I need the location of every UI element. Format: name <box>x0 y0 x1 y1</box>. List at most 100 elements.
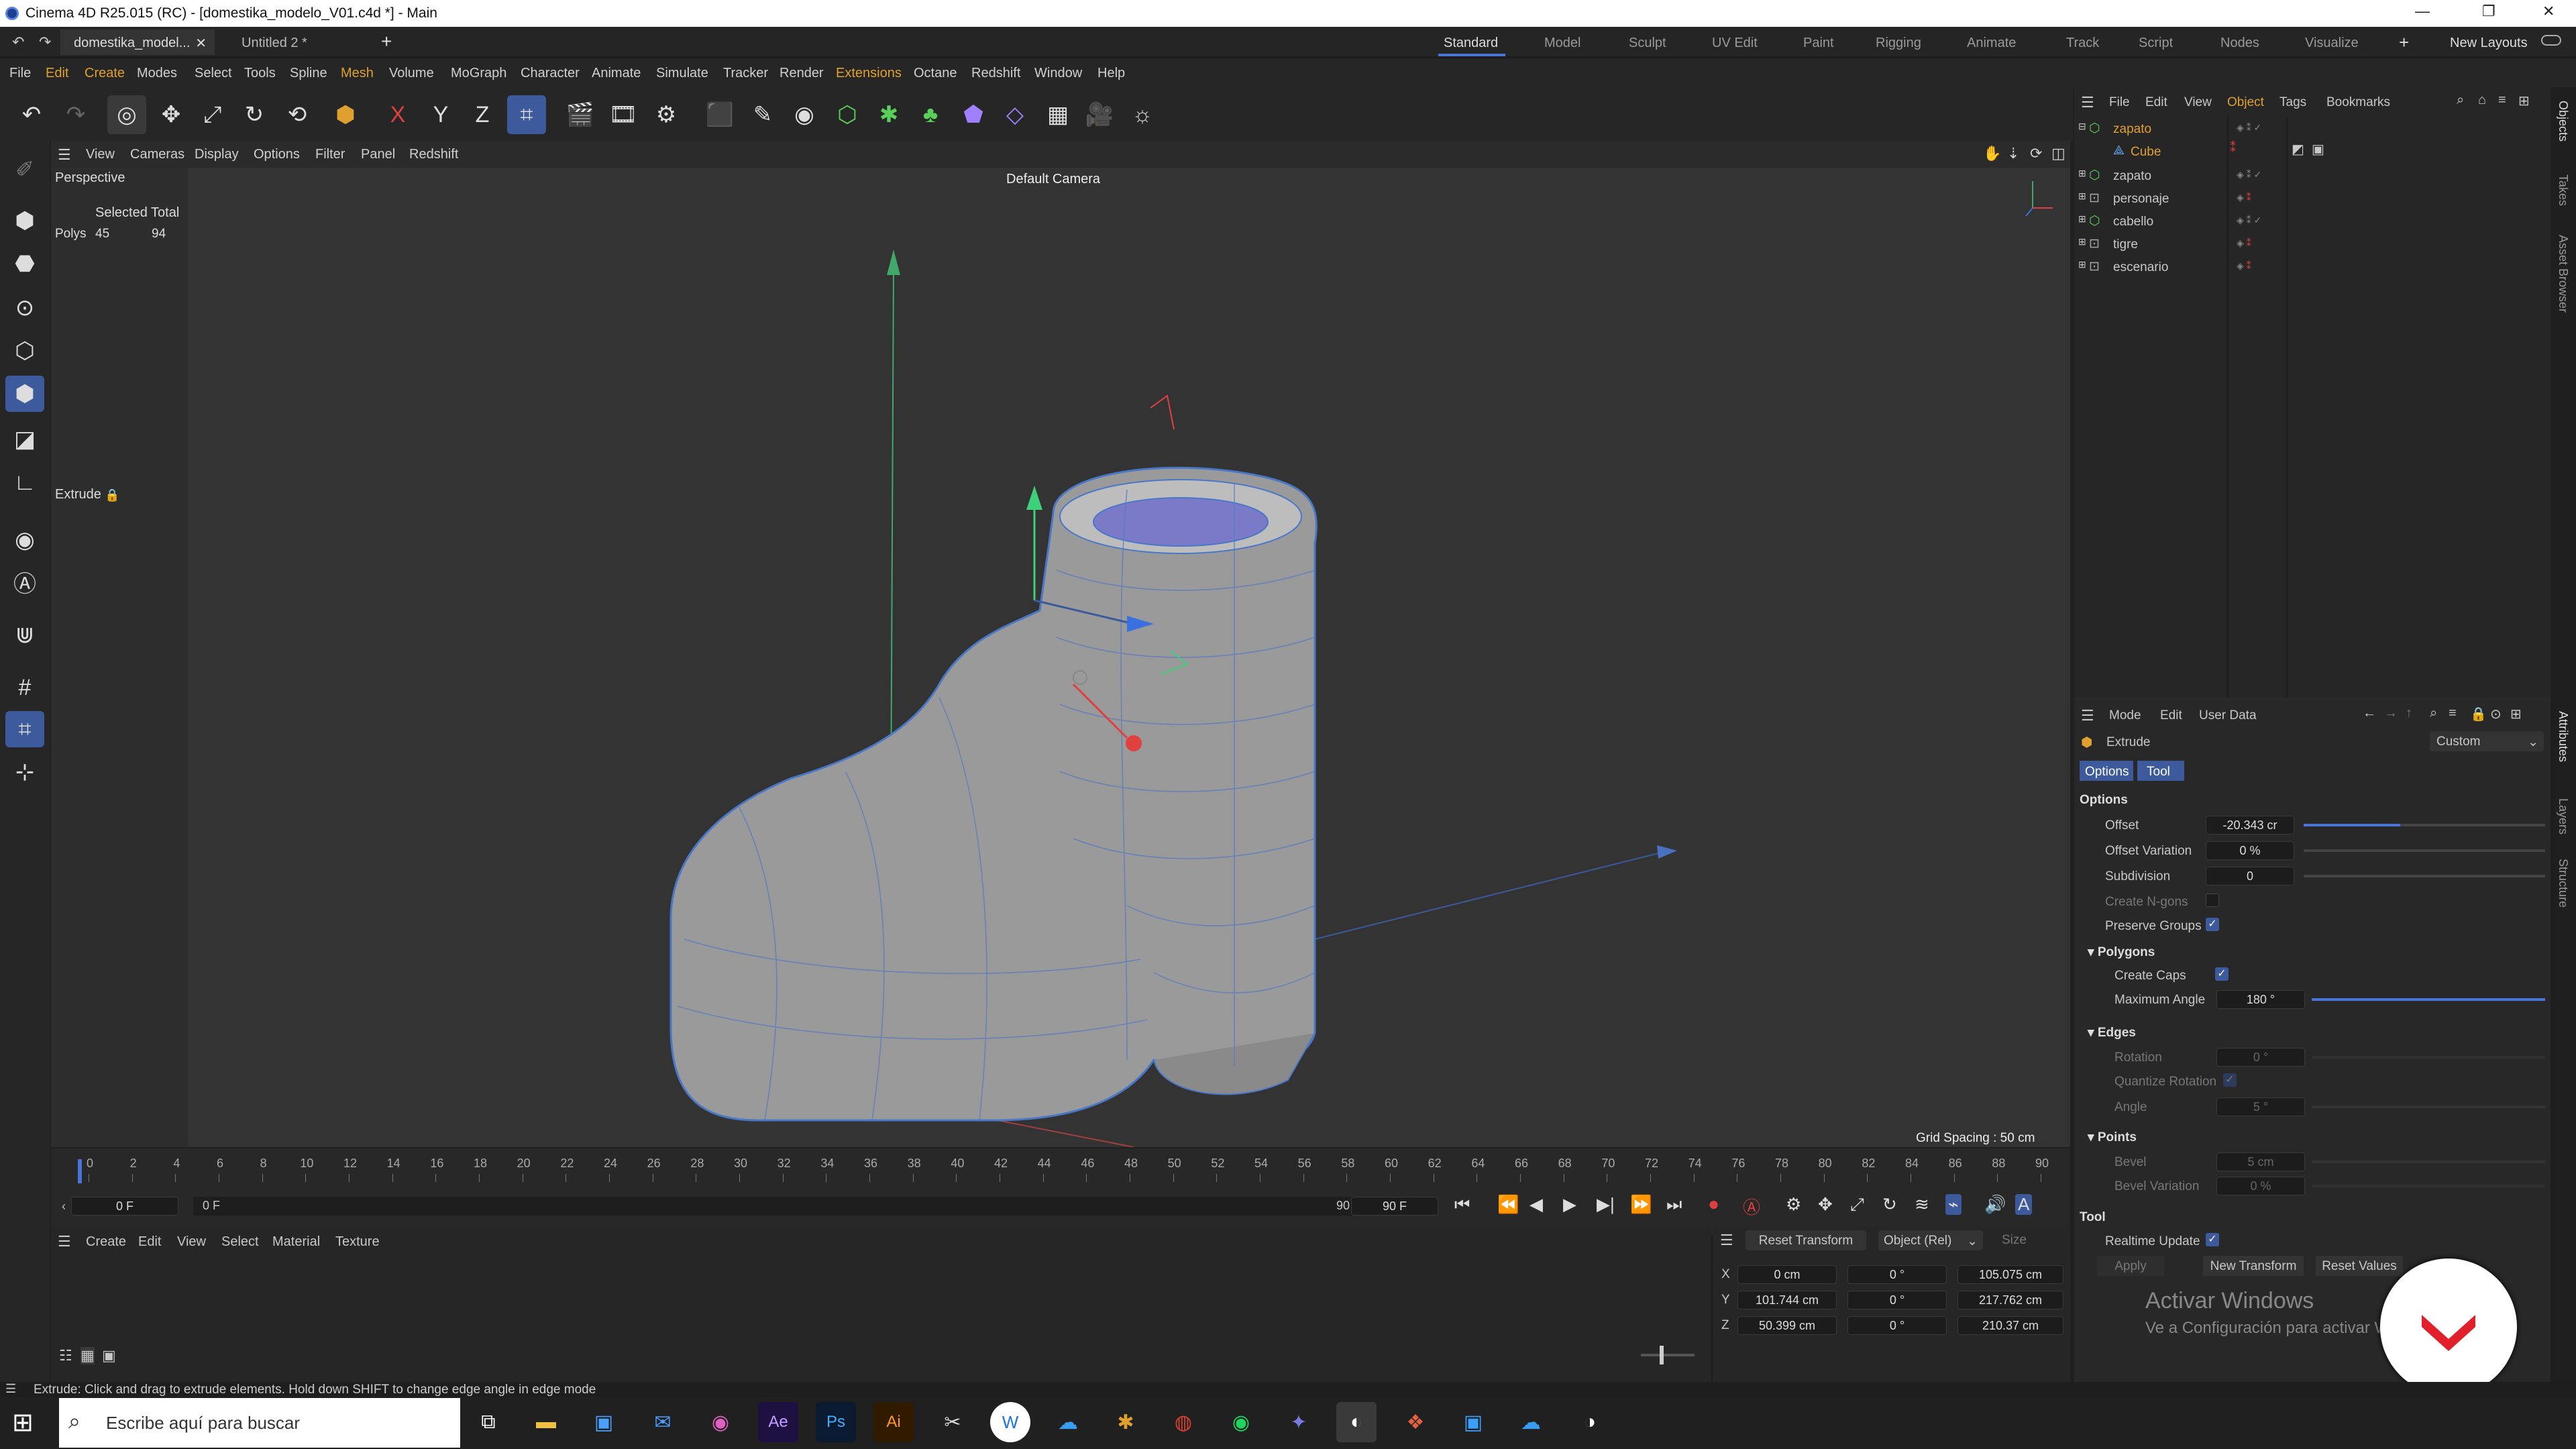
bevel-slider[interactable] <box>2312 1161 2545 1163</box>
object-row-zapato[interactable]: ⊟ ⬡ zapato <box>2074 118 2229 141</box>
recent-tools-icon[interactable]: ⟲ <box>278 95 317 134</box>
toggle-view-layout-icon[interactable]: ◫ <box>2051 145 2065 162</box>
side-tab-takes[interactable]: Takes <box>2556 174 2570 206</box>
next-frame-icon[interactable]: ▶| <box>1597 1194 1615 1215</box>
side-tab-objects[interactable]: Objects <box>2556 101 2570 142</box>
om-menu-bookmarks[interactable]: Bookmarks <box>2326 95 2390 110</box>
size-y-field[interactable]: 217.762 cm <box>1957 1291 2063 1309</box>
viewport-perspective[interactable]: ☰ View Cameras Display Options Filter Pa… <box>51 141 2070 1147</box>
position-x-field[interactable]: 0 cm <box>1737 1265 1837 1284</box>
pan-view-icon[interactable]: ✋ <box>1983 145 2001 162</box>
vp-menu-options[interactable]: Options <box>254 147 300 162</box>
position-z-field[interactable]: 50.399 cm <box>1737 1316 1837 1335</box>
menu-spline[interactable]: Spline <box>290 66 327 81</box>
figma-icon[interactable]: ❖ <box>1395 1402 1436 1442</box>
vp-menu-view[interactable]: View <box>86 147 115 162</box>
cube-primitive-icon[interactable]: ⬛ <box>700 95 739 134</box>
status-menu-icon[interactable]: ☰ <box>5 1382 16 1396</box>
floor-grid-icon[interactable]: ▦ <box>1038 95 1077 134</box>
expand-icon[interactable]: ⊞ <box>2078 168 2086 179</box>
snipping-tool-icon[interactable]: ✂ <box>932 1402 973 1442</box>
gizmo-x-handle-icon[interactable] <box>1126 735 1142 751</box>
menu-simulate[interactable]: Simulate <box>656 66 708 81</box>
layout-rigging[interactable]: Rigging <box>1876 36 1921 51</box>
menu-extensions[interactable]: Extensions <box>836 66 902 81</box>
forward-arrow-icon[interactable]: → <box>2384 706 2398 721</box>
zoom-slider-knob[interactable] <box>1660 1346 1664 1364</box>
create-caps-checkbox[interactable]: ✓ <box>2215 967 2229 981</box>
subdivision-surface-icon[interactable]: ◉ <box>785 95 824 134</box>
record-icon[interactable]: ⏺ <box>1709 1194 1718 1216</box>
layout-toggle-icon[interactable] <box>2541 35 2561 46</box>
layout-standard[interactable]: Standard <box>1444 36 1498 51</box>
expand-icon[interactable]: ⊞ <box>2078 213 2086 225</box>
side-tab-layers[interactable]: Layers <box>2556 798 2570 835</box>
camera-icon[interactable]: 🎥 <box>1080 95 1119 134</box>
move-icon[interactable]: ✥ <box>152 95 191 134</box>
prev-key-icon[interactable]: ⏪ <box>1497 1194 1519 1215</box>
file-explorer-icon[interactable]: ▬ <box>526 1402 566 1442</box>
cloner-icon[interactable]: ✱ <box>869 95 908 134</box>
layer-icon[interactable]: ◈ ⁑ <box>2237 192 2251 203</box>
object-row-zapato-2[interactable]: ⊞ ⬡ zapato <box>2074 165 2229 188</box>
sound-icon[interactable]: 🔊 <box>1984 1194 2006 1215</box>
bevel-variation-slider[interactable] <box>2312 1185 2545 1187</box>
rotation-h-field[interactable]: 0 ° <box>1847 1265 1947 1284</box>
side-tab-asset-browser[interactable]: Asset Browser <box>2556 235 2570 313</box>
timeline-mode-icon[interactable]: A <box>2015 1194 2033 1215</box>
mat-menu-edit[interactable]: Edit <box>138 1234 161 1250</box>
goto-end-icon[interactable]: ⏭ <box>1666 1194 1682 1216</box>
texture-mode-icon[interactable]: ⬣ <box>5 246 44 282</box>
orbit-view-icon[interactable]: ⟳ <box>2030 145 2042 162</box>
timeline-ruler[interactable]: 0 2 4 6 8 10 12 14 16 18 20 22 24 26 28 30 32 34 36 38 40 42 4… <box>75 1155 2054 1182</box>
size-mode-dropdown[interactable]: Size <box>2002 1233 2027 1248</box>
mat-menu-view[interactable]: View <box>177 1234 206 1250</box>
boot-mesh[interactable] <box>669 466 1318 1122</box>
render-picture-viewer-icon[interactable]: 🎞 <box>604 95 643 134</box>
offset-variation-field[interactable]: 0 % <box>2206 841 2294 860</box>
object-row-escenario[interactable]: ⊞ ⊡ escenario <box>2074 256 2229 279</box>
layout-visualize[interactable]: Visualize <box>2305 36 2359 51</box>
minimize-icon[interactable]: — <box>2415 3 2430 20</box>
mat-menu-select[interactable]: Select <box>221 1234 259 1250</box>
menu-modes[interactable]: Modes <box>137 66 177 81</box>
layout-model[interactable]: Model <box>1544 36 1580 51</box>
points-mode-icon[interactable]: ⊙ <box>5 290 44 326</box>
render-settings-icon[interactable]: ⚙ <box>647 95 686 134</box>
add-tab-icon[interactable]: + <box>381 31 392 52</box>
list-view-icon[interactable]: ☷ <box>59 1347 72 1364</box>
apply-button[interactable]: Apply <box>2097 1256 2164 1276</box>
layer-icon[interactable]: ◈ ⁑ ✓ <box>2237 169 2261 180</box>
frame-prev-arrow-icon[interactable]: ‹ <box>62 1199 66 1214</box>
edges-mode-icon[interactable]: ⬡ <box>5 333 44 369</box>
key-rotation-icon[interactable]: ↻ <box>1882 1194 1897 1215</box>
tab-document-untitled[interactable]: Untitled 2 * <box>228 30 382 55</box>
undo-icon[interactable]: ↶ <box>12 95 51 134</box>
tab-options[interactable]: Options <box>2080 761 2133 781</box>
menu-character[interactable]: Character <box>521 66 580 81</box>
current-frame-field[interactable]: 0 F <box>71 1197 178 1216</box>
maximize-icon[interactable]: ❐ <box>2482 3 2496 20</box>
rotation-p-field[interactable]: 0 ° <box>1847 1291 1947 1309</box>
filter-icon[interactable]: ≡ <box>2498 93 2506 108</box>
expand-icon[interactable]: ⊞ <box>2078 191 2086 202</box>
coords-hamburger-icon[interactable]: ☰ <box>1720 1232 1733 1249</box>
quantize-rotation-checkbox[interactable]: ✓ <box>2223 1073 2237 1087</box>
make-editable-icon[interactable]: ✐ <box>5 152 44 188</box>
grid-view-icon[interactable]: ▦ <box>80 1347 95 1364</box>
vp-menu-panel[interactable]: Panel <box>361 147 395 162</box>
menu-octane[interactable]: Octane <box>914 66 957 81</box>
solo-mode-icon[interactable]: ◉ <box>5 522 44 558</box>
position-y-field[interactable]: 101.744 cm <box>1737 1291 1837 1309</box>
tweak-mode-icon[interactable]: Ⓐ <box>5 564 44 600</box>
bevel-field[interactable]: 5 cm <box>2216 1152 2305 1171</box>
model-mode-icon[interactable]: ⬢ <box>5 203 44 239</box>
ms-store-icon[interactable]: ▣ <box>584 1402 624 1442</box>
polygons-section-header[interactable]: ▾ Polygons <box>2088 945 2155 960</box>
large-icons-view-icon[interactable]: ▣ <box>102 1347 116 1364</box>
layer-icon[interactable]: ◈ ⁑ <box>2237 237 2251 249</box>
key-parameter-icon[interactable]: ≋ <box>1915 1194 1929 1215</box>
om-menu-edit[interactable]: Edit <box>2145 95 2167 110</box>
search-icon[interactable]: ⌕ <box>2457 93 2464 108</box>
goto-start-icon[interactable]: ⏮ <box>1454 1194 1470 1216</box>
